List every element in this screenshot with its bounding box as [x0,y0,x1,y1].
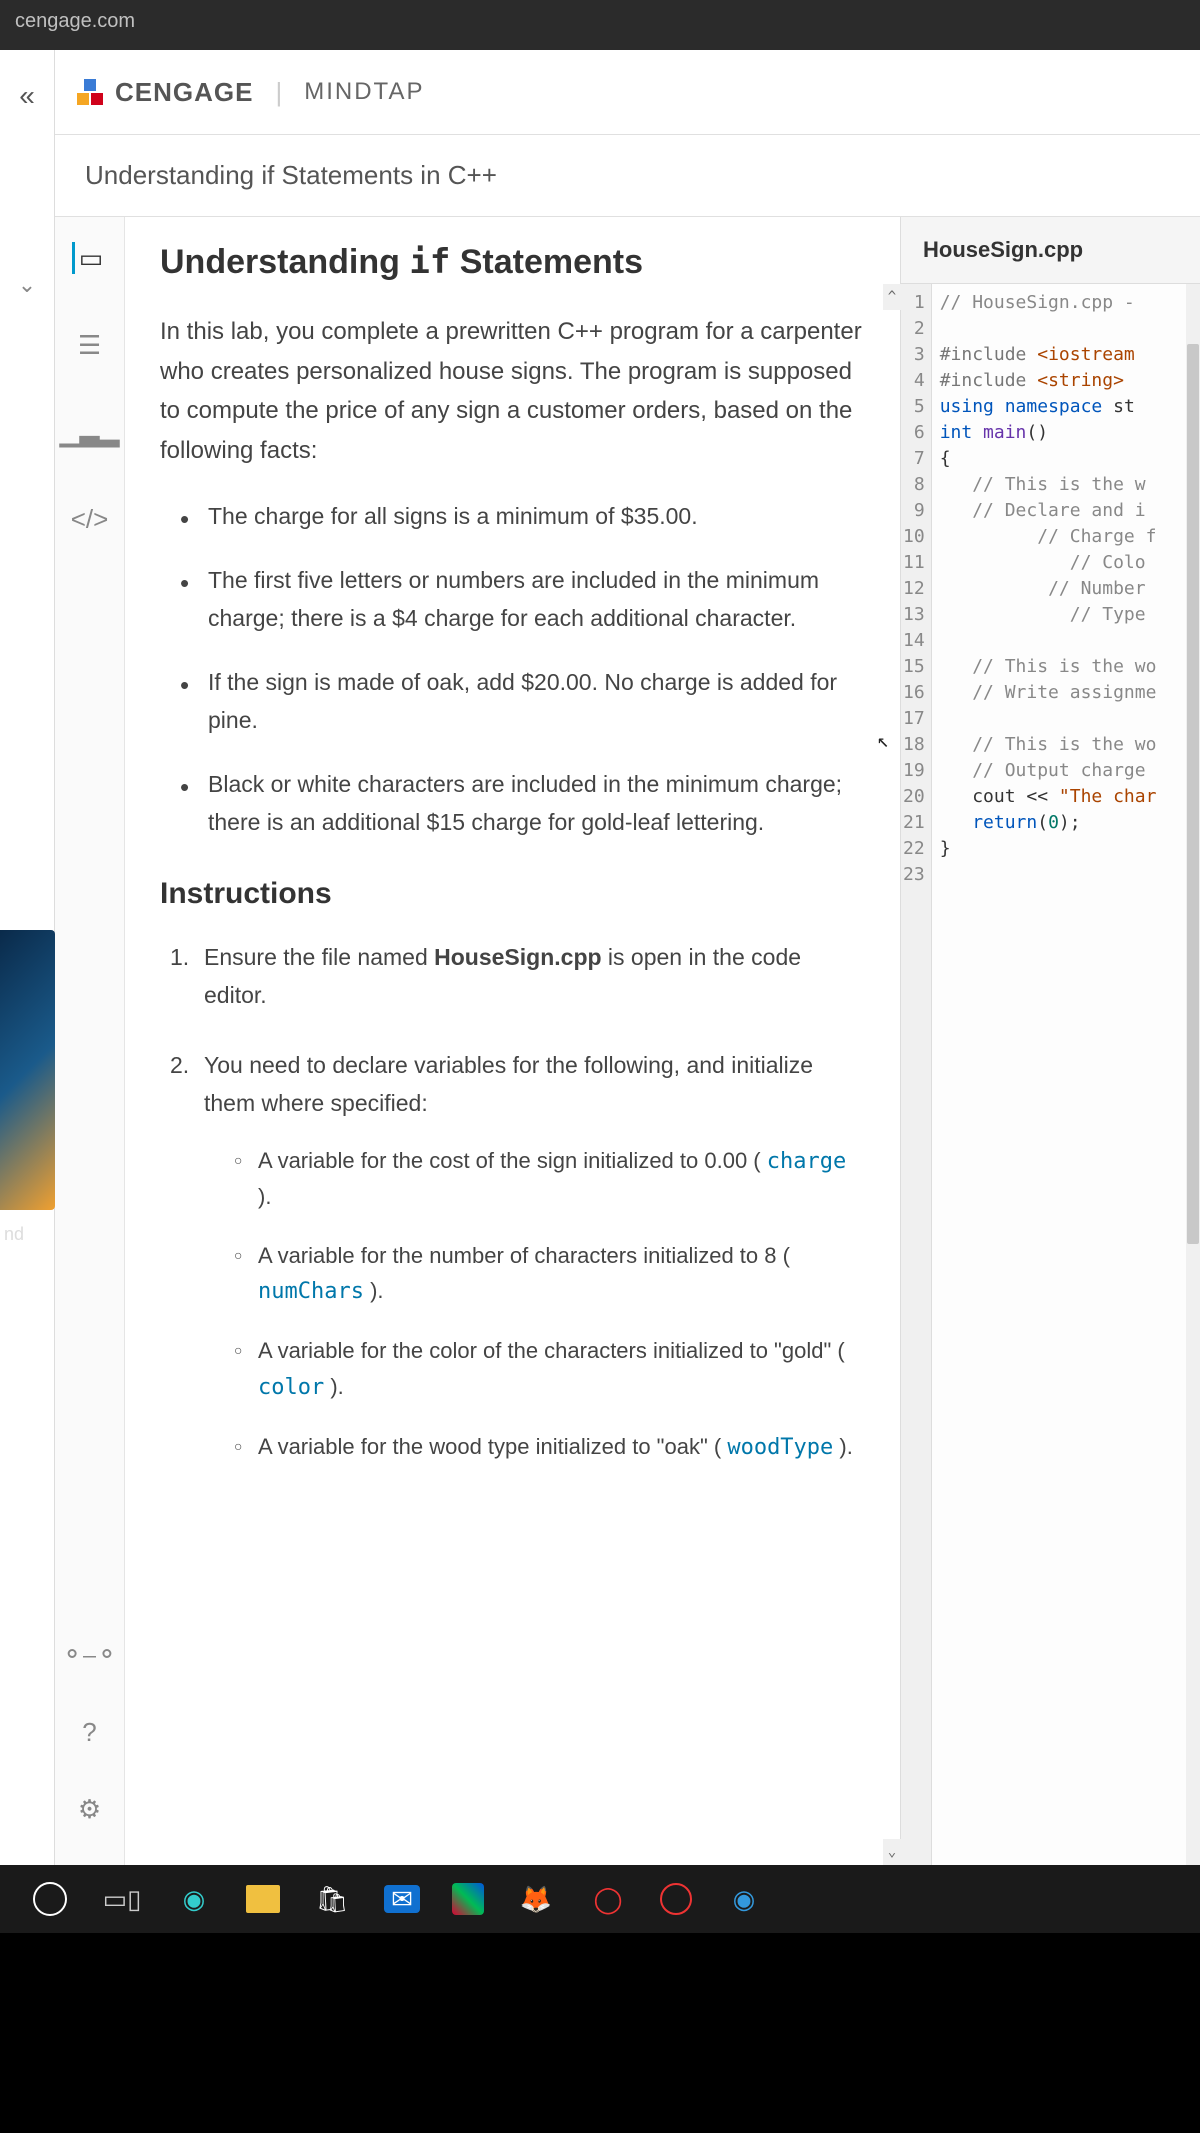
book-icon[interactable]: ▭ [72,242,104,274]
start-button[interactable] [30,1879,70,1919]
code-panel: HouseSign.cpp ^ ⌄ ↖ 12345678910111213141… [900,217,1200,1865]
line-gutter: 1234567891011121314151617181920212223 [901,284,932,1865]
windows-taskbar[interactable]: ▭▯ ◉ 🛍 ✉ 🦊 ◯ ◉ [0,1865,1200,1933]
sub-list: A variable for the cost of the sign init… [204,1143,865,1465]
scroll-down-icon[interactable]: ⌄ [883,1839,901,1865]
list-item: The charge for all signs is a minimum of… [180,498,865,536]
lesson-title: Understanding if Statements [160,242,865,282]
course-thumbnail[interactable] [0,930,55,1210]
list-item: A variable for the number of characters … [234,1238,865,1309]
firefox-icon[interactable]: 🦊 [516,1879,556,1919]
cengage-logo-icon [75,77,105,107]
app-red-icon[interactable]: ◯ [588,1879,628,1919]
side-label: nd [0,1220,28,1249]
scrollbar-track[interactable] [1186,284,1200,1865]
help-icon[interactable]: ? [74,1716,106,1748]
chart-icon[interactable]: ▁▃▂ [74,416,106,448]
page-subtitle: Understanding if Statements in C++ [55,135,1200,217]
brand-logo[interactable]: CENGAGE | MINDTAP [75,77,424,108]
list-item: A variable for the wood type initialized… [234,1429,865,1465]
main-column: CENGAGE | MINDTAP Understanding if State… [55,50,1200,1865]
scroll-up-icon[interactable]: ^ [883,284,901,310]
settings-icon[interactable]: ⚙ [74,1793,106,1825]
cursor-icon: ↖ [877,728,889,752]
lesson-panel: Understanding if Statements In this lab,… [125,217,900,1865]
brand-divider: | [275,77,282,108]
facts-list: The charge for all signs is a minimum of… [160,498,865,842]
brand-bar: CENGAGE | MINDTAP [55,50,1200,135]
photos-icon[interactable] [452,1883,484,1915]
edge-icon[interactable]: ◉ [174,1879,214,1919]
task-view-icon[interactable]: ▭▯ [102,1879,142,1919]
code-editor[interactable]: ^ ⌄ ↖ 1234567891011121314151617181920212… [901,284,1200,1865]
share-icon[interactable]: ⚬⎯⚬ [74,1639,106,1671]
desk-surface [0,1933,1200,2133]
store-icon[interactable]: 🛍 [312,1879,352,1919]
app-blue-icon[interactable]: ◉ [724,1879,764,1919]
list-item: A variable for the cost of the sign init… [234,1143,865,1214]
brand-name: CENGAGE [115,77,253,108]
code-lines[interactable]: // HouseSign.cpp - #include <iostream#in… [932,284,1157,1865]
chevron-down-icon[interactable]: ⌄ [18,272,36,298]
mail-icon[interactable]: ✉ [384,1885,420,1913]
url-text: cengage.com [15,10,135,32]
lesson-intro: In this lab, you complete a prewritten C… [160,312,865,470]
code-filename-tab[interactable]: HouseSign.cpp [901,217,1200,284]
list-item: The first five letters or numbers are in… [180,562,865,638]
app-circle-icon[interactable] [660,1883,692,1915]
instructions-heading: Instructions [160,877,865,911]
list-item: A variable for the color of the characte… [234,1333,865,1404]
list-icon[interactable]: ☰ [74,329,106,361]
code-icon[interactable]: </> [74,503,106,535]
content-split: ▭ ☰ ▁▃▂ </> ⚬⎯⚬ ? ⚙ Understanding if Sta… [55,217,1200,1865]
brand-product: MINDTAP [304,78,424,106]
collapse-left-icon[interactable]: « [19,80,35,112]
scrollbar-thumb[interactable] [1187,344,1199,1244]
explorer-icon[interactable] [246,1885,280,1913]
app-container: « ⌄ nd CENGAGE | MINDTAP Understanding i… [0,50,1200,1865]
list-item: You need to declare variables for the fo… [170,1047,865,1465]
browser-address-bar[interactable]: cengage.com [0,0,1200,50]
list-item: Ensure the file named HouseSign.cpp is o… [170,939,865,1015]
tool-rail: ▭ ☰ ▁▃▂ </> ⚬⎯⚬ ? ⚙ [55,217,125,1865]
list-item: Black or white characters are included i… [180,766,865,842]
instructions-list: Ensure the file named HouseSign.cpp is o… [160,939,865,1465]
list-item: If the sign is made of oak, add $20.00. … [180,664,865,740]
